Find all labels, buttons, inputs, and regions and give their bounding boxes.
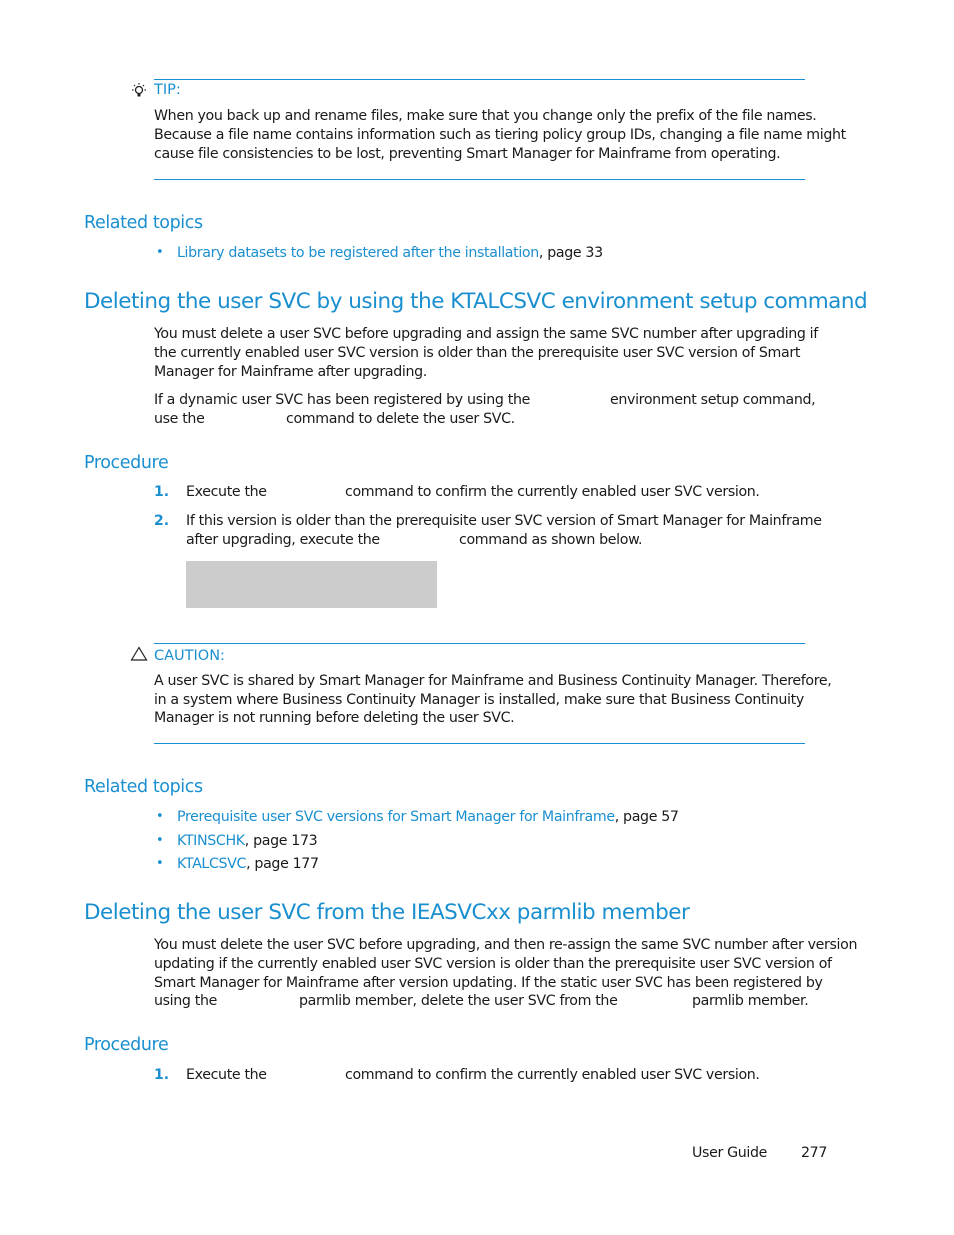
bullet: • (156, 809, 164, 824)
page-ref: , page 57 (614, 809, 679, 825)
body-text: Manager for Mainframe after upgrading. (154, 364, 427, 380)
page-ref: , page 33 (538, 245, 603, 261)
body-text: environment setup command, (610, 392, 816, 408)
body-text: using the (154, 993, 217, 1009)
step-number: 1. (154, 484, 170, 500)
step-text: command to confirm the currently enabled… (345, 1067, 760, 1083)
step-number: 2. (154, 513, 170, 529)
tip-text: When you back up and rename files, make … (154, 108, 817, 124)
caution-text: in a system where Business Continuity Ma… (154, 692, 804, 708)
body-text: updating if the currently enabled user S… (154, 956, 832, 972)
related-topic-item: KTALCSVC, page 177 (177, 855, 319, 874)
procedure-heading: Procedure (84, 453, 169, 473)
page-ref: , page 177 (246, 856, 319, 872)
footer-guide-title: User Guide (692, 1145, 768, 1161)
related-topics-heading: Related topics (84, 213, 203, 233)
body-text: parmlib member, delete the user SVC from… (299, 993, 618, 1009)
related-topic-link[interactable]: Prerequisite user SVC versions for Smart… (177, 809, 615, 825)
step-text: Execute the (186, 484, 267, 500)
caution-bottom-rule (154, 743, 805, 744)
related-topics-heading: Related topics (84, 777, 203, 797)
tip-top-rule (154, 79, 805, 80)
related-topic-link[interactable]: Library datasets to be registered after … (177, 245, 539, 261)
tip-bottom-rule (154, 179, 805, 180)
related-topic-item: Library datasets to be registered after … (177, 244, 603, 263)
bullet: • (156, 856, 164, 871)
code-block (186, 561, 437, 608)
body-text: You must delete a user SVC before upgrad… (154, 326, 818, 342)
step-text: Execute the (186, 1067, 267, 1083)
bullet: • (156, 245, 164, 260)
step-text: command as shown below. (459, 532, 643, 548)
body-text: the currently enabled user SVC version i… (154, 345, 801, 361)
step-number: 1. (154, 1067, 170, 1083)
related-topic-link[interactable]: KTINSCHK (177, 833, 245, 849)
body-text: use the (154, 411, 205, 427)
section-heading: Deleting the user SVC from the IEASVCxx … (84, 900, 690, 925)
caution-text: A user SVC is shared by Smart Manager fo… (154, 673, 832, 689)
caution-top-rule (154, 643, 805, 644)
caution-text: Manager is not running before deleting t… (154, 710, 515, 726)
bullet: • (156, 833, 164, 848)
warning-triangle-icon (130, 646, 148, 661)
body-text: You must delete the user SVC before upgr… (154, 937, 858, 953)
section-heading: Deleting the user SVC by using the KTALC… (84, 289, 868, 314)
step-text: command to confirm the currently enabled… (345, 484, 760, 500)
body-text: Smart Manager for Mainframe after versio… (154, 975, 823, 991)
body-text: parmlib member. (692, 993, 809, 1009)
tip-text: Because a file name contains information… (154, 127, 846, 143)
body-text: If a dynamic user SVC has been registere… (154, 392, 530, 408)
related-topic-item: Prerequisite user SVC versions for Smart… (177, 808, 679, 827)
footer-page-number: 277 (801, 1145, 828, 1161)
lightbulb-icon (132, 83, 146, 97)
page-ref: , page 173 (244, 833, 318, 849)
tip-text: cause file consistencies to be lost, pre… (154, 146, 781, 162)
tip-label: TIP: (154, 82, 181, 98)
procedure-heading: Procedure (84, 1035, 169, 1055)
caution-label: CAUTION: (154, 648, 225, 664)
body-text: command to delete the user SVC. (286, 411, 515, 427)
step-text: after upgrading, execute the (186, 532, 380, 548)
related-topic-link[interactable]: KTALCSVC (177, 856, 246, 872)
related-topic-item: KTINSCHK, page 173 (177, 832, 318, 851)
step-text: If this version is older than the prereq… (186, 513, 822, 529)
